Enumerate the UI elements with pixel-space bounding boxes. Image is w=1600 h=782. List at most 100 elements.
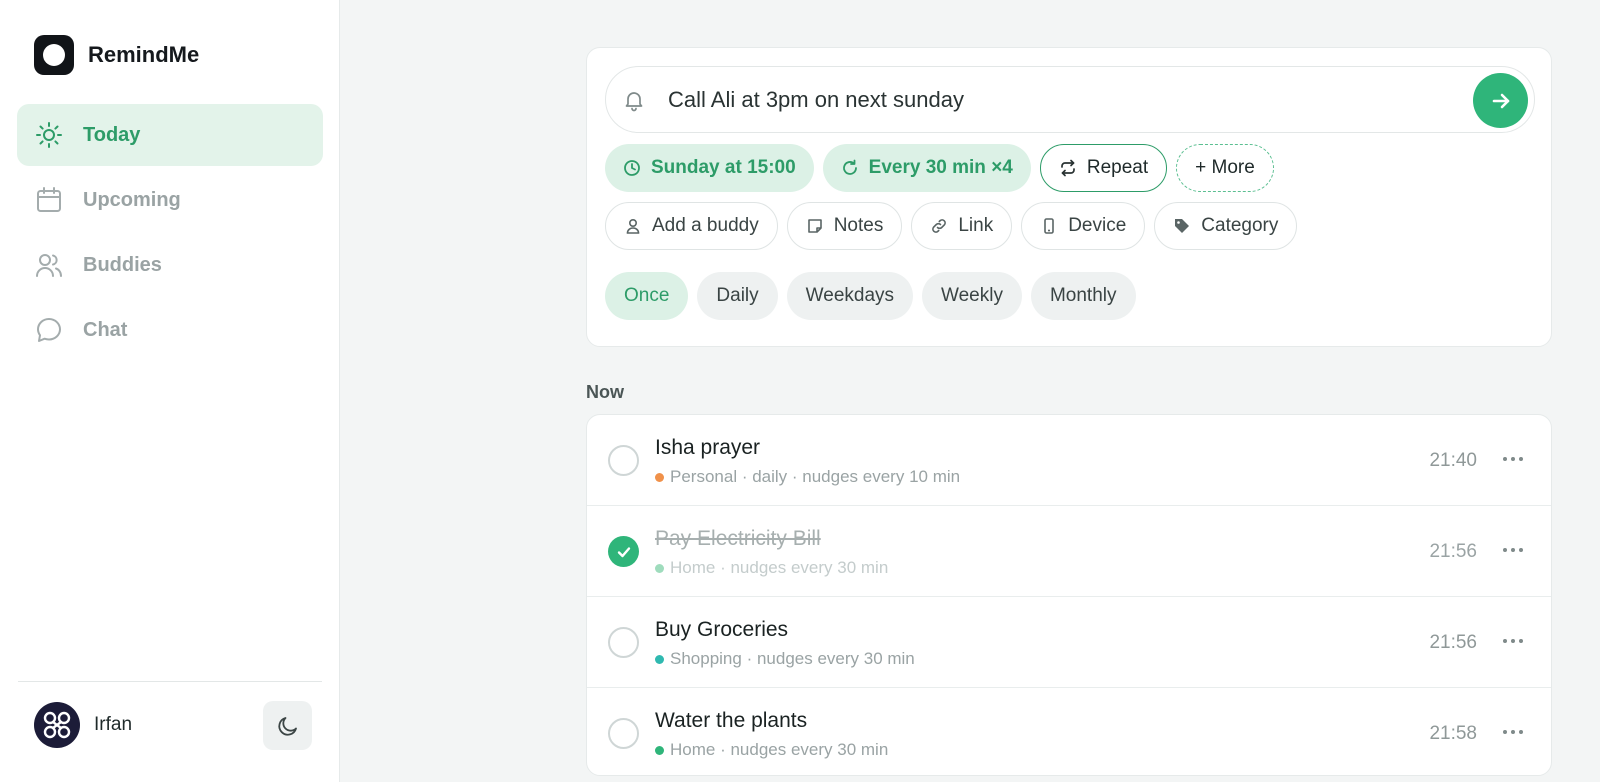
phone-icon (1044, 218, 1055, 234)
more-actions-button[interactable] (1497, 625, 1529, 657)
frequency-weekdays[interactable]: Weekdays (786, 272, 914, 320)
complete-checkbox[interactable] (608, 627, 639, 658)
nudge-chip[interactable]: Every 30 min ×4 (822, 144, 1031, 192)
complete-checkbox[interactable] (608, 536, 639, 567)
reminder-meta-text: Personal · daily · nudges every 10 min (670, 467, 961, 486)
theme-toggle-button[interactable] (263, 701, 312, 750)
moon-icon (277, 716, 297, 736)
more-horizontal-icon (1503, 639, 1523, 643)
checkmark-icon (617, 546, 630, 557)
reminder-meta: Home · nudges every 30 min (655, 740, 888, 760)
time-chip[interactable]: Sunday at 15:00 (605, 144, 814, 192)
time-chip-label: Sunday at 15:00 (651, 157, 796, 178)
sun-icon (36, 122, 62, 148)
reminder-meta-text: Home · nudges every 30 min (670, 740, 889, 759)
user-icon (626, 218, 640, 234)
frequency-daily[interactable]: Daily (697, 272, 778, 320)
users-icon (36, 254, 62, 277)
sidebar: RemindMe Today Upcoming Buddies Chat Irf… (0, 0, 340, 782)
section-heading-now: Now (586, 382, 624, 402)
repeat-button[interactable]: Repeat (1039, 144, 1168, 192)
more-horizontal-icon (1503, 730, 1523, 734)
reminder-input-value[interactable]: Call Ali at 3pm on next sunday (668, 87, 964, 113)
reminder-row[interactable]: Isha prayer Personal · daily · nudges ev… (587, 415, 1551, 506)
reminder-meta: Home · nudges every 30 min (655, 558, 888, 578)
reminder-meta: Personal · daily · nudges every 10 min (655, 467, 960, 487)
user-name: Irfan (94, 714, 133, 735)
category-dot (655, 745, 664, 755)
frequency-once[interactable]: Once (605, 272, 689, 320)
nudge-chip-label: Every 30 min ×4 (868, 157, 1013, 178)
more-horizontal-icon (1503, 457, 1523, 461)
tag-icon (1175, 219, 1190, 233)
bell-icon (625, 91, 643, 111)
category-button[interactable]: Category (1154, 202, 1298, 250)
sidebar-item-label: Upcoming (83, 188, 181, 211)
reminder-input-field[interactable]: Call Ali at 3pm on next sunday (605, 66, 1535, 133)
sidebar-item-label: Today (83, 123, 141, 146)
arrow-right-icon (1492, 93, 1509, 108)
frequency-weekly[interactable]: Weekly (922, 272, 1022, 320)
more-options-button[interactable]: + More (1176, 144, 1274, 192)
notes-button[interactable]: Notes (786, 202, 903, 250)
more-actions-button[interactable] (1497, 443, 1529, 475)
refresh-icon (842, 159, 857, 175)
more-horizontal-icon (1503, 548, 1523, 552)
link-icon (932, 219, 947, 233)
reminder-time: 21:58 (1429, 723, 1477, 744)
category-dot (655, 654, 664, 664)
notes-label: Notes (833, 215, 884, 236)
repeat-icon (1061, 159, 1075, 177)
reminder-meta-text: Shopping · nudges every 30 min (670, 649, 915, 668)
reminder-time: 21:40 (1429, 450, 1477, 471)
more-options-label: + More (1195, 157, 1255, 178)
sidebar-item-chat[interactable]: Chat (17, 299, 323, 361)
submit-reminder-button[interactable] (1473, 73, 1528, 128)
link-label: Link (958, 215, 994, 236)
reminder-meta-text: Home · nudges every 30 min (670, 558, 889, 577)
frequency-monthly[interactable]: Monthly (1030, 272, 1136, 320)
reminder-row[interactable]: Pay Electricity Bill Home · nudges every… (587, 506, 1551, 597)
reminder-list: Isha prayer Personal · daily · nudges ev… (586, 414, 1552, 776)
reminder-title: Water the plants (655, 709, 808, 732)
option-chip-row: Add a buddy Notes Link Device Category (605, 202, 1306, 250)
sidebar-item-today[interactable]: Today (17, 104, 323, 166)
reminder-title: Pay Electricity Bill (655, 527, 821, 550)
sidebar-divider (18, 681, 322, 682)
add-buddy-label: Add a buddy (652, 215, 759, 236)
complete-checkbox[interactable] (608, 445, 639, 476)
reminder-meta: Shopping · nudges every 30 min (655, 649, 915, 669)
sidebar-item-label: Buddies (83, 253, 162, 276)
more-actions-button[interactable] (1497, 716, 1529, 748)
repeat-button-label: Repeat (1086, 157, 1149, 178)
category-label: Category (1201, 215, 1279, 236)
category-dot (655, 563, 664, 573)
calendar-icon (37, 187, 61, 212)
avatar (34, 702, 80, 748)
link-button[interactable]: Link (911, 202, 1013, 250)
clock-icon (624, 160, 640, 176)
brand[interactable]: RemindMe (34, 35, 199, 75)
complete-checkbox[interactable] (608, 718, 639, 749)
reminder-title: Isha prayer (655, 436, 761, 459)
reminder-time: 21:56 (1429, 632, 1477, 653)
sidebar-item-label: Chat (83, 318, 128, 341)
app-name: RemindMe (88, 42, 200, 67)
frequency-chip-row: Once Daily Weekdays Weekly Monthly (605, 272, 1145, 320)
sidebar-item-upcoming[interactable]: Upcoming (17, 169, 323, 231)
reminder-time: 21:56 (1429, 541, 1477, 562)
user-profile[interactable]: Irfan (34, 702, 132, 748)
more-actions-button[interactable] (1497, 534, 1529, 566)
chat-bubble-icon (37, 318, 61, 342)
app-logo-icon (34, 35, 74, 75)
add-buddy-button[interactable]: Add a buddy (605, 202, 778, 250)
reminder-row[interactable]: Buy Groceries Shopping · nudges every 30… (587, 597, 1551, 688)
device-button[interactable]: Device (1021, 202, 1146, 250)
device-label: Device (1068, 215, 1127, 236)
reminder-row[interactable]: Water the plants Home · nudges every 30 … (587, 688, 1551, 775)
reminder-title: Buy Groceries (655, 618, 789, 641)
sidebar-item-buddies[interactable]: Buddies (17, 234, 323, 296)
schedule-chip-row: Sunday at 15:00 Every 30 min ×4 Repeat +… (605, 144, 1283, 192)
note-icon (807, 219, 822, 233)
sidebar-nav: Today Upcoming Buddies Chat (17, 104, 323, 364)
